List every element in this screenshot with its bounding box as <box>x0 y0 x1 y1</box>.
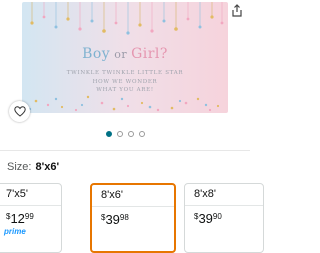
heart-icon <box>13 106 26 117</box>
gallery-dot-4[interactable] <box>138 131 145 137</box>
size-option-7x5[interactable]: 7'x5' $1299 prime <box>0 183 62 253</box>
gallery-dot-1[interactable] <box>105 131 112 137</box>
size-option-price: $1299 <box>6 211 34 226</box>
favorite-button[interactable] <box>9 101 30 122</box>
size-option-price: $3998 <box>101 212 129 227</box>
banner-title-girl: Girl? <box>131 46 168 62</box>
share-icon[interactable] <box>230 4 244 18</box>
confetti-decoration <box>28 95 220 112</box>
gallery-pagination <box>0 131 250 139</box>
size-label: Size: <box>7 161 32 173</box>
size-value: 8'x6' <box>35 161 60 173</box>
banner-title-or: or <box>110 48 132 61</box>
size-option-label: 8'x6' <box>92 185 174 207</box>
gallery-dot-3[interactable] <box>127 131 134 137</box>
gallery-dot-2[interactable] <box>116 131 123 137</box>
size-option-label: 7'x5' <box>0 184 61 206</box>
banner-title: Boy or Girl? <box>22 46 228 62</box>
size-selection: Size: 8'x6' <box>7 161 59 173</box>
prime-badge: prime <box>4 227 26 236</box>
size-option-8x6[interactable]: 8'x6' $3998 <box>90 183 176 253</box>
size-option-8x8[interactable]: 8'x8' $3990 <box>184 183 264 253</box>
star-garland-decoration <box>30 2 224 35</box>
banner-title-boy: Boy <box>82 46 111 62</box>
product-image-gallery[interactable]: Boy or Girl? TWINKLE TWINKLE LITTLE STAR… <box>0 0 250 140</box>
product-image[interactable]: Boy or Girl? TWINKLE TWINKLE LITTLE STAR… <box>22 2 228 113</box>
divider <box>0 150 250 151</box>
size-option-price: $3990 <box>194 211 222 226</box>
size-option-label: 8'x8' <box>185 184 263 206</box>
banner-line-1: TWINKLE TWINKLE LITTLE STAR <box>66 70 184 76</box>
